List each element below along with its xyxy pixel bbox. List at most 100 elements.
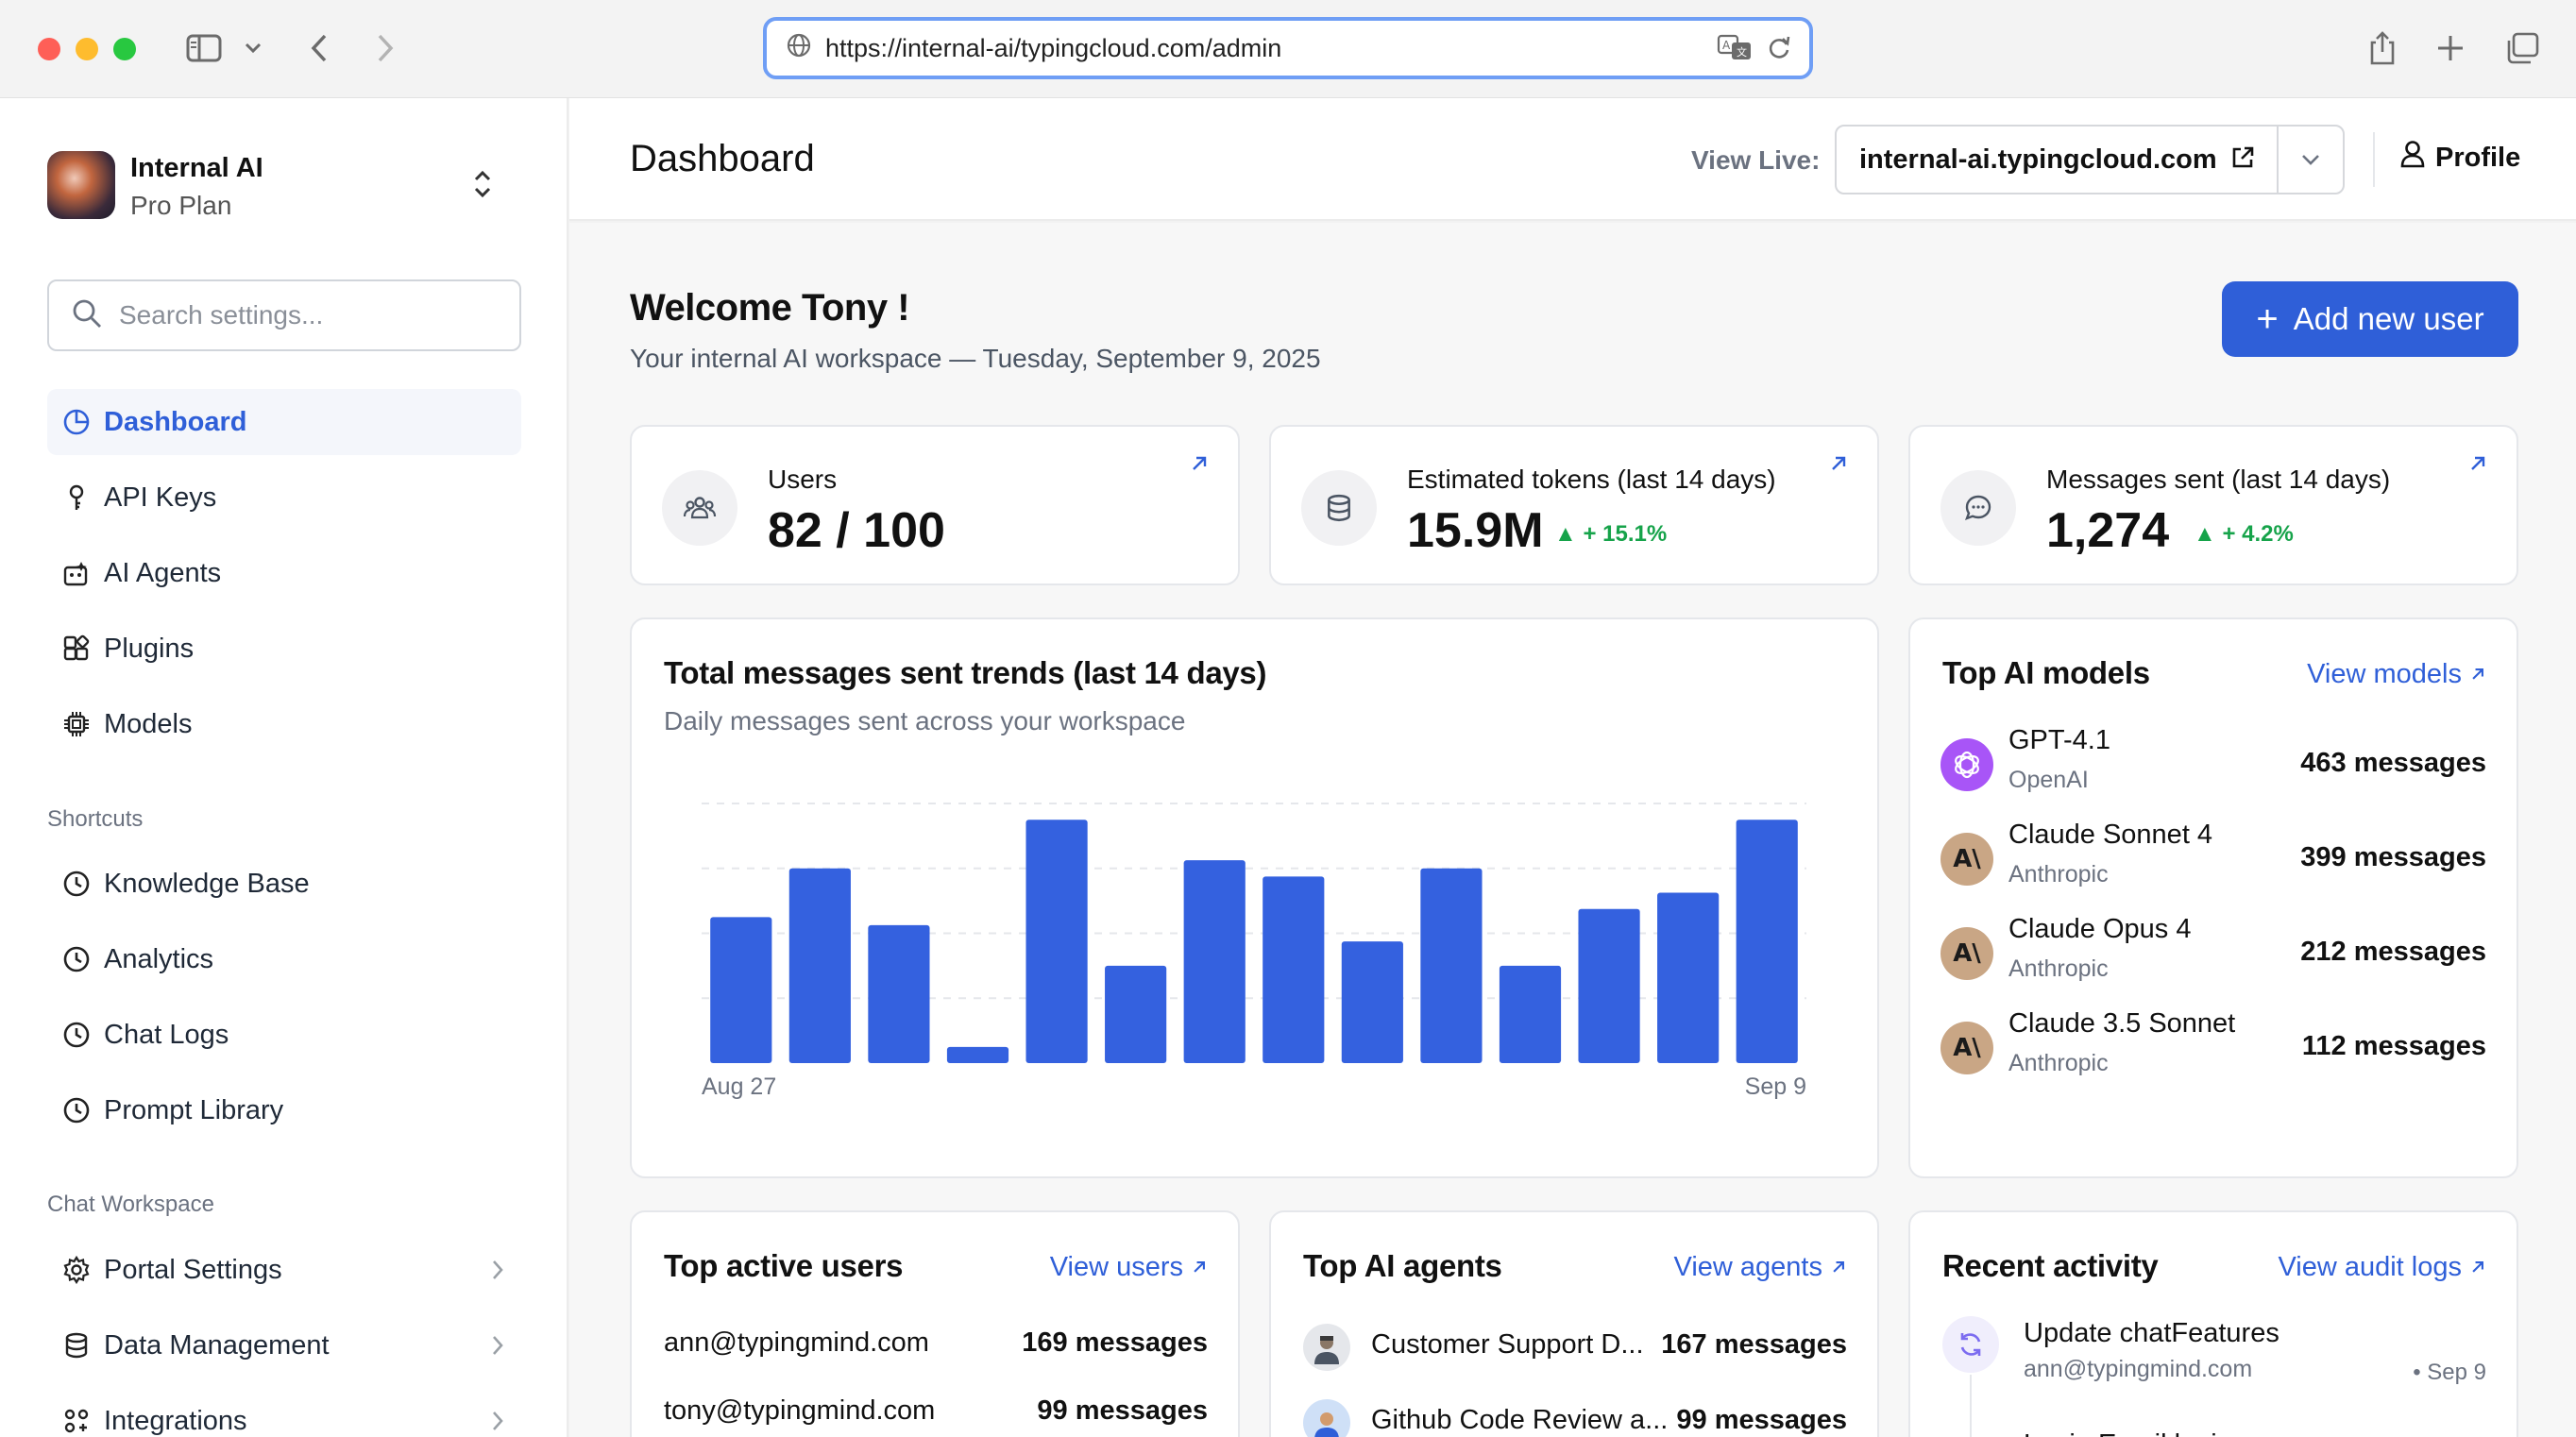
model-row[interactable]: A\ Claude Sonnet 4 Anthropic 399 message… [1940,820,2486,904]
view-models-link[interactable]: View models [2307,659,2486,690]
gear-icon [62,1256,91,1284]
view-audit-logs-link[interactable]: View audit logs [2278,1252,2486,1283]
recent-activity-card: Recent activity View audit logs Update c… [1908,1210,2518,1437]
users-icon [662,470,737,546]
stat-card-messages[interactable]: Messages sent (last 14 days) 1,274 ▲ + 4… [1908,425,2518,585]
stat-label: Messages sent (last 14 days) [2046,465,2391,494]
live-site-link[interactable]: internal-ai.typingcloud.com [1859,144,2217,176]
activity-title: Login Email login [2024,1429,2232,1437]
back-icon[interactable] [304,26,334,70]
workspace-switcher-icon[interactable] [472,168,493,205]
chart-bar[interactable] [788,868,851,1063]
arrow-up-right-icon[interactable] [1828,453,1849,479]
model-row[interactable]: A\ Claude Opus 4 Anthropic 212 messages [1940,914,2486,999]
chart-bar[interactable] [1025,820,1088,1063]
view-users-link[interactable]: View users [1050,1252,1208,1283]
chart-bar[interactable] [1499,965,1562,1063]
sidebar-item-prompt-library[interactable]: Prompt Library [47,1077,521,1143]
chart-bar[interactable] [1578,908,1640,1063]
tab-overview-icon[interactable] [2504,26,2540,70]
x-tick-label: Aug 27 [702,1074,776,1100]
settings-search[interactable] [47,279,521,351]
stat-value: 1,274 [2046,503,2170,558]
agent-name: Customer Support D... [1371,1329,1644,1360]
sidebar-item-label: Portal Settings [104,1254,282,1285]
stat-card-users[interactable]: Users 82 / 100 [630,425,1240,585]
forward-icon[interactable] [370,26,400,70]
reload-icon[interactable] [1766,33,1792,68]
arrow-up-right-icon[interactable] [2467,453,2488,479]
shortcuts-heading: Shortcuts [47,806,144,832]
translate-icon[interactable]: A文 [1717,33,1753,68]
svg-text:A: A [1722,39,1731,52]
sidebar-item-models[interactable]: Models [47,691,521,757]
model-row[interactable]: GPT-4.1 OpenAI 463 messages [1940,725,2486,810]
sidebar-item-label: Plugins [104,633,195,664]
welcome-subtitle: Your internal AI workspace — Tuesday, Se… [630,344,1321,373]
openai-logo-icon [1940,738,1993,791]
database-icon [62,1331,91,1360]
chevron-down-icon[interactable] [242,26,264,70]
activity-user: ann@typingmind.com [2024,1356,2253,1382]
chart-bar[interactable] [710,917,772,1063]
top-users-card: Top active users View users ann@typingmi… [630,1210,1240,1437]
top-agents-card: Top AI agents View agents Customer Suppo… [1269,1210,1879,1437]
sidebar-item-label: Dashboard [104,406,247,437]
user-row[interactable]: tony@typingmind.com 99 messages [664,1395,1208,1437]
sidebar-toggle-icon[interactable] [183,26,225,70]
workspace-logo [47,151,115,219]
chevron-down-icon[interactable] [2299,147,2322,177]
svg-text:文: 文 [1737,45,1747,59]
workspace-plan: Pro Plan [130,191,232,220]
sidebar-item-chat-logs[interactable]: Chat Logs [47,1002,521,1068]
chart-bar[interactable] [1183,860,1246,1063]
view-agents-link[interactable]: View agents [1674,1252,1847,1283]
chart-bar[interactable] [1263,876,1325,1063]
close-window-button[interactable] [38,38,60,60]
sidebar-item-knowledge-base[interactable]: Knowledge Base [47,851,521,917]
external-link-icon[interactable] [2230,145,2255,175]
sidebar-item-plugins[interactable]: Plugins [47,616,521,682]
zoom-window-button[interactable] [113,38,136,60]
chart-bar[interactable] [946,1046,1009,1063]
sidebar-item-integrations[interactable]: Integrations [47,1388,521,1437]
sidebar-item-analytics[interactable]: Analytics [47,926,521,992]
arrow-up-right-icon[interactable] [1189,453,1210,479]
new-tab-icon[interactable] [2434,26,2466,70]
search-input[interactable] [119,300,478,330]
share-icon[interactable] [2366,26,2398,70]
messages-bar-chart: Aug 27 Sep 9 [702,803,1806,1100]
agent-row[interactable]: Customer Support D... 167 messages [1303,1324,1847,1377]
anthropic-logo-icon: A\ [1940,1022,1993,1074]
model-name: GPT-4.1 [2008,725,2110,755]
model-vendor: Anthropic [2008,955,2109,982]
sidebar-item-api-keys[interactable]: API Keys [47,465,521,531]
chart-bar[interactable] [1105,965,1167,1063]
profile-button[interactable]: Profile [2399,140,2520,176]
address-bar[interactable]: https://internal-ai/typingcloud.com/admi… [763,17,1813,79]
agent-row[interactable]: Github Code Review a... 99 messages [1303,1399,1847,1437]
sidebar-item-data-management[interactable]: Data Management [47,1312,521,1378]
sidebar-item-label: AI Agents [104,557,222,588]
sidebar-item-portal-settings[interactable]: Portal Settings [47,1237,521,1303]
stat-value: 82 / 100 [768,503,945,558]
model-message-count: 463 messages [2300,748,2486,778]
welcome-title: Welcome Tony ! [630,287,910,329]
chart-bar[interactable] [868,924,930,1063]
sidebar-item-ai-agents[interactable]: AI Agents [47,540,521,606]
chart-bar[interactable] [1341,941,1403,1063]
model-vendor: Anthropic [2008,861,2109,888]
live-site-select[interactable]: internal-ai.typingcloud.com [1835,125,2345,194]
add-new-user-button[interactable]: + Add new user [2222,281,2518,357]
main-header: Dashboard View Live: internal-ai.typingc… [569,98,2576,221]
stat-card-tokens[interactable]: Estimated tokens (last 14 days) 15.9M ▲ … [1269,425,1879,585]
chart-bar[interactable] [1736,820,1798,1063]
chart-bar[interactable] [1657,892,1720,1063]
workspace-name: Internal AI [130,153,263,183]
user-row[interactable]: ann@typingmind.com 169 messages [664,1327,1208,1375]
minimize-window-button[interactable] [76,38,98,60]
agent-name: Github Code Review a... [1371,1405,1669,1435]
chart-bar[interactable] [1420,868,1483,1063]
model-row[interactable]: A\ Claude 3.5 Sonnet Anthropic 112 messa… [1940,1008,2486,1093]
sidebar-item-dashboard[interactable]: Dashboard [47,389,521,455]
